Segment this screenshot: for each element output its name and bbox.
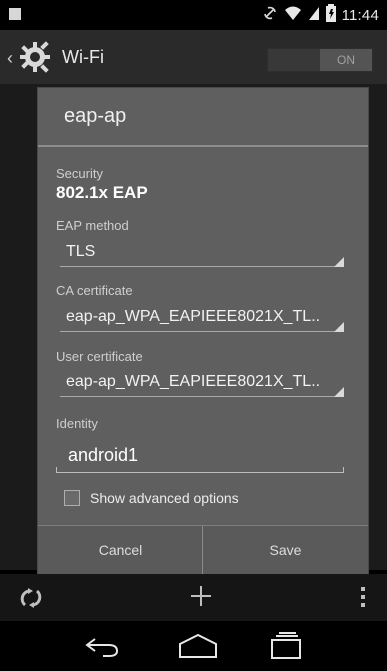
- cell-signal-icon: [308, 5, 320, 26]
- spinner-underline: [60, 396, 342, 397]
- action-bar: ‹ Wi-Fi ON: [0, 30, 387, 84]
- show-advanced-label: Show advanced options: [90, 490, 239, 506]
- eap-method-value: TLS: [66, 243, 96, 260]
- wifi-icon: [284, 5, 302, 26]
- user-certificate-value: eap-ap_WPA_EAPIEEE8021X_TL..: [66, 373, 321, 390]
- rotate-lock-icon: [262, 5, 278, 26]
- navigation-bar: [0, 621, 387, 671]
- security-label: Security: [56, 166, 103, 181]
- gear-icon[interactable]: [18, 40, 52, 74]
- overflow-menu-icon[interactable]: [359, 586, 367, 608]
- user-certificate-label: User certificate: [56, 349, 143, 364]
- status-bar: 11:44: [0, 0, 387, 30]
- wifi-network-dialog: eap-ap Security 802.1x EAP EAP method TL…: [38, 88, 368, 575]
- dialog-buttons: Cancel Save: [38, 525, 368, 575]
- back-icon[interactable]: [85, 633, 121, 659]
- input-tick-right: [343, 467, 344, 473]
- input-tick-left: [56, 467, 57, 473]
- notification-square-icon: [9, 8, 21, 20]
- dialog-title-area: eap-ap: [38, 88, 368, 147]
- dialog-title: eap-ap: [64, 105, 127, 127]
- dialog-title-divider: [38, 145, 368, 147]
- identity-label: Identity: [56, 416, 98, 431]
- identity-input[interactable]: [56, 438, 356, 472]
- ca-certificate-value: eap-ap_WPA_EAPIEEE8021X_TL..: [66, 308, 321, 325]
- refresh-icon[interactable]: [18, 585, 44, 611]
- spinner-underline: [60, 266, 342, 267]
- recent-apps-icon[interactable]: [268, 632, 304, 660]
- dropdown-corner-icon: [334, 257, 344, 267]
- save-button[interactable]: Save: [203, 526, 368, 575]
- ca-certificate-label: CA certificate: [56, 283, 133, 298]
- wifi-toggle[interactable]: ON: [267, 48, 373, 72]
- cancel-button[interactable]: Cancel: [38, 526, 203, 575]
- dropdown-corner-icon: [334, 322, 344, 332]
- back-chevron-icon[interactable]: ‹: [7, 48, 13, 69]
- battery-icon: [325, 3, 336, 27]
- status-icons: 11:44: [262, 3, 379, 27]
- eap-method-spinner[interactable]: TLS: [60, 239, 344, 267]
- toggle-on-label: ON: [320, 49, 372, 71]
- page-title: Wi-Fi: [62, 47, 104, 67]
- security-value: 802.1x EAP: [56, 183, 148, 202]
- dropdown-corner-icon: [334, 387, 344, 397]
- eap-method-label: EAP method: [56, 218, 129, 233]
- identity-underline: [56, 472, 344, 473]
- show-advanced-checkbox[interactable]: [64, 490, 80, 506]
- add-network-icon[interactable]: [191, 584, 211, 608]
- status-time: 11:44: [341, 6, 379, 24]
- home-icon[interactable]: [176, 632, 220, 660]
- spinner-underline: [60, 331, 342, 332]
- bottom-toolbar: [0, 574, 387, 621]
- user-certificate-spinner[interactable]: eap-ap_WPA_EAPIEEE8021X_TL..: [60, 369, 344, 397]
- ca-certificate-spinner[interactable]: eap-ap_WPA_EAPIEEE8021X_TL..: [60, 304, 344, 332]
